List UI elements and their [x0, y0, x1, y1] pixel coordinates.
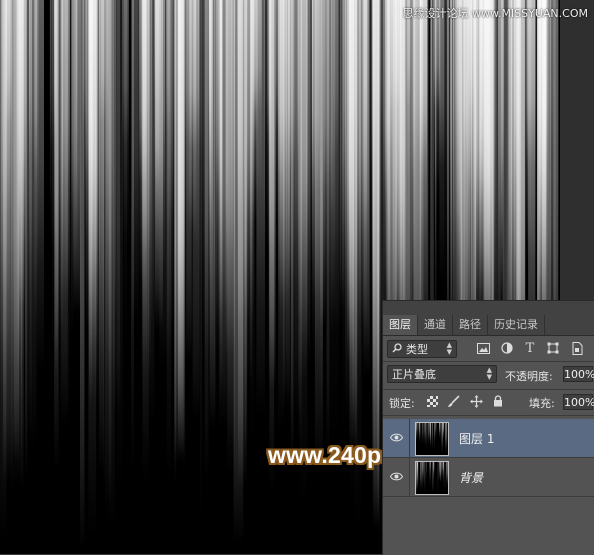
stepper-arrows-icon: ▲▼ — [487, 367, 492, 381]
smart-object-filter-icon[interactable] — [569, 340, 585, 356]
lock-all-icon[interactable] — [491, 394, 505, 408]
adjustment-filter-icon[interactable] — [499, 340, 515, 356]
filter-kind-label: 类型 — [406, 341, 428, 357]
blend-row: 正片叠底 ▲▼ 不透明度: 100% — [383, 363, 594, 387]
layer-row-background[interactable]: 背景 — [383, 458, 594, 497]
layer-thumbnail — [415, 422, 449, 456]
divider — [409, 419, 410, 457]
divider — [383, 415, 594, 416]
opacity-input[interactable]: 100% — [563, 366, 593, 382]
divider — [383, 389, 594, 390]
fill-input[interactable]: 100% — [563, 394, 593, 410]
filter-kind-select[interactable]: 类型 ▲▼ — [387, 340, 457, 358]
shape-filter-icon[interactable] — [545, 340, 561, 356]
lock-position-move-icon[interactable] — [469, 394, 483, 408]
blend-mode-select[interactable]: 正片叠底 ▲▼ — [387, 365, 497, 383]
visibility-eye-icon[interactable] — [389, 470, 403, 482]
opacity-label: 不透明度: — [505, 368, 553, 384]
search-icon — [392, 343, 402, 356]
panel-header[interactable] — [383, 301, 594, 315]
blend-mode-value: 正片叠底 — [392, 366, 436, 382]
lock-pixels-brush-icon[interactable] — [446, 394, 460, 408]
filter-row: 类型 ▲▼ T — [383, 337, 594, 361]
layers-panel: 图层 通道 路径 历史记录 类型 ▲▼ T 正片叠底 ▲▼ — [382, 300, 594, 555]
type-filter-icon[interactable]: T — [522, 340, 538, 356]
image-filter-icon[interactable] — [475, 340, 491, 356]
stepper-arrows-icon: ▲▼ — [447, 342, 452, 356]
divider — [409, 458, 410, 496]
layer-row-layer1[interactable]: 图层 1 — [383, 419, 594, 458]
lock-label: 锁定: — [389, 395, 415, 411]
layer-name[interactable]: 背景 — [459, 469, 483, 486]
panel-tabs: 图层 通道 路径 历史记录 — [383, 315, 594, 336]
layer-thumbnail — [415, 461, 449, 495]
layer-name[interactable]: 图层 1 — [459, 430, 494, 447]
tab-layers[interactable]: 图层 — [383, 315, 418, 335]
lock-row: 锁定: 填充: 100% — [383, 391, 594, 413]
tab-history[interactable]: 历史记录 — [488, 315, 545, 335]
divider — [383, 361, 594, 362]
watermark-top: 思缘设计论坛 www.MISSYUAN.COM — [402, 5, 588, 21]
fill-label: 填充: — [529, 395, 555, 411]
tab-paths[interactable]: 路径 — [453, 315, 488, 335]
lock-transparency-icon[interactable] — [425, 394, 439, 408]
visibility-eye-icon[interactable] — [389, 431, 403, 443]
tab-channels[interactable]: 通道 — [418, 315, 453, 335]
